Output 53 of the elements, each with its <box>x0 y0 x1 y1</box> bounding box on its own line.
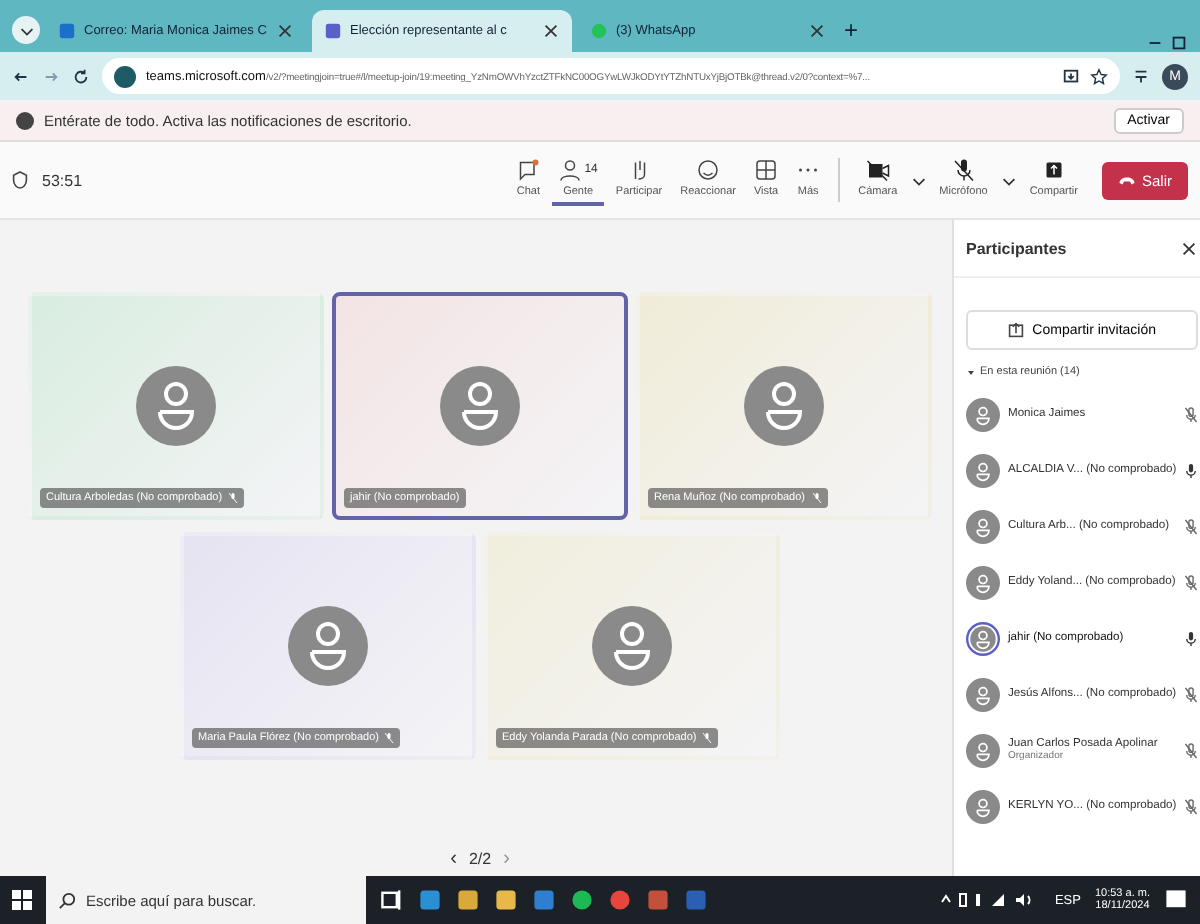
avatar-icon <box>744 366 824 446</box>
site-info-icon <box>114 65 136 87</box>
app-icon[interactable] <box>608 888 632 912</box>
app-icon[interactable] <box>418 888 442 912</box>
app-icon[interactable] <box>494 888 518 912</box>
people-icon <box>558 158 583 182</box>
shield-icon <box>12 170 28 190</box>
share-icon <box>1041 158 1066 182</box>
chat-icon <box>516 158 541 182</box>
new-tab-button[interactable]: + <box>844 16 859 44</box>
previous-page-button[interactable]: ‹ <box>450 850 457 868</box>
mic-off-icon <box>1184 405 1199 423</box>
panel-title: Participantes <box>966 239 1067 257</box>
chat-bubble-icon <box>590 22 608 40</box>
avatar-icon <box>288 606 368 686</box>
teams-icon <box>324 22 342 40</box>
collapse-icon[interactable] <box>966 367 976 377</box>
mic-off-icon <box>1184 573 1199 591</box>
notifications-icon[interactable] <box>1164 888 1188 912</box>
app-icon[interactable] <box>532 888 556 912</box>
avatar-icon <box>592 606 672 686</box>
page-indicator: 2/2 <box>468 850 492 868</box>
task-view-icon[interactable] <box>380 888 404 912</box>
camera-off-icon <box>865 158 890 182</box>
avatar-icon <box>440 366 520 446</box>
close-icon[interactable] <box>542 22 560 40</box>
mic-off-icon <box>1184 741 1199 759</box>
restore-icon[interactable] <box>1170 34 1188 52</box>
smiley-icon <box>696 158 721 182</box>
share-icon <box>1008 322 1025 338</box>
app-icon[interactable] <box>570 888 594 912</box>
phone-icon <box>1117 174 1136 186</box>
mail-icon <box>58 22 76 40</box>
install-icon[interactable] <box>1062 67 1080 85</box>
close-icon[interactable] <box>1180 239 1199 257</box>
mic-icon <box>1184 629 1199 647</box>
close-icon[interactable] <box>808 22 826 40</box>
grid-icon <box>754 158 779 182</box>
mic-off-icon <box>1184 685 1199 703</box>
close-icon[interactable] <box>276 22 294 40</box>
search-icon <box>58 891 76 909</box>
meeting-timer: 53:51 <box>42 171 83 189</box>
mic-icon <box>1184 461 1199 479</box>
back-icon[interactable] <box>12 67 30 85</box>
windows-logo-icon[interactable] <box>12 890 32 910</box>
mic-off-icon <box>1184 797 1199 815</box>
star-icon[interactable] <box>1090 67 1108 85</box>
avatar-icon <box>136 366 216 446</box>
mic-off-icon <box>951 158 976 182</box>
tab-list-button[interactable] <box>12 16 40 44</box>
app-icon[interactable] <box>456 888 480 912</box>
mic-off-icon <box>1184 517 1199 535</box>
reload-icon[interactable] <box>72 67 90 85</box>
